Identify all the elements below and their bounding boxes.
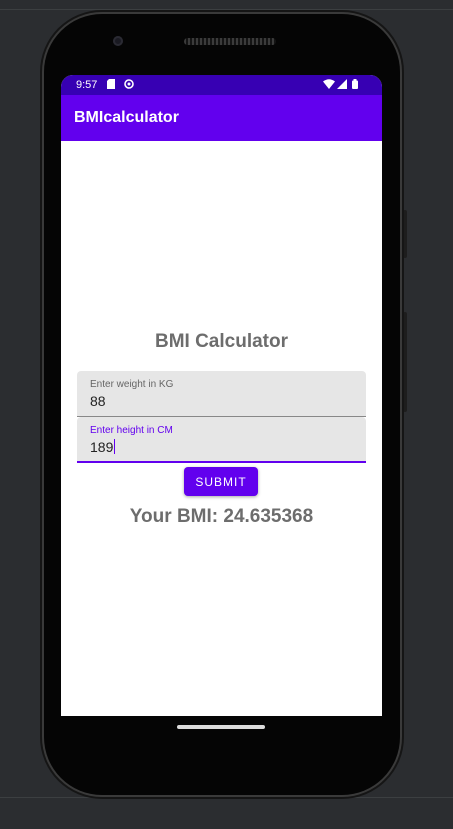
earpiece-speaker	[184, 38, 276, 45]
ide-top-bar	[0, 0, 453, 10]
height-field-label: Enter height in CM	[90, 425, 173, 436]
height-field[interactable]: Enter height in CM 189	[77, 417, 366, 463]
status-bar: 9:57	[61, 75, 382, 95]
page-heading: BMI Calculator	[154, 331, 289, 352]
weight-field-label: Enter weight in KG	[90, 379, 174, 390]
signal-icon	[337, 79, 347, 92]
front-camera-icon	[113, 36, 123, 46]
wifi-icon	[323, 79, 335, 92]
text-cursor	[114, 439, 116, 454]
app-bar: BMIcalculator	[61, 95, 382, 141]
status-time: 9:57	[76, 79, 98, 91]
navigation-area	[61, 716, 382, 746]
device-screen: 9:57 BMIcalculator BMI Calculator Enter …	[61, 75, 382, 716]
bmi-result: Your BMI: 24.635368	[129, 506, 314, 527]
sd-card-icon	[107, 79, 115, 92]
height-field-value: 189	[90, 439, 114, 455]
weight-field-value[interactable]: 88	[90, 393, 106, 409]
submit-button[interactable]: SUBMIT	[184, 467, 258, 496]
battery-icon	[352, 79, 358, 92]
notification-icon	[124, 79, 134, 92]
home-gesture-handle[interactable]	[177, 725, 265, 729]
volume-button[interactable]	[403, 312, 407, 412]
ide-bottom-bar	[0, 797, 453, 829]
weight-field[interactable]: Enter weight in KG 88	[77, 371, 366, 417]
app-title: BMIcalculator	[74, 109, 179, 126]
height-field-input[interactable]: 189	[90, 439, 116, 455]
power-button[interactable]	[403, 210, 407, 258]
